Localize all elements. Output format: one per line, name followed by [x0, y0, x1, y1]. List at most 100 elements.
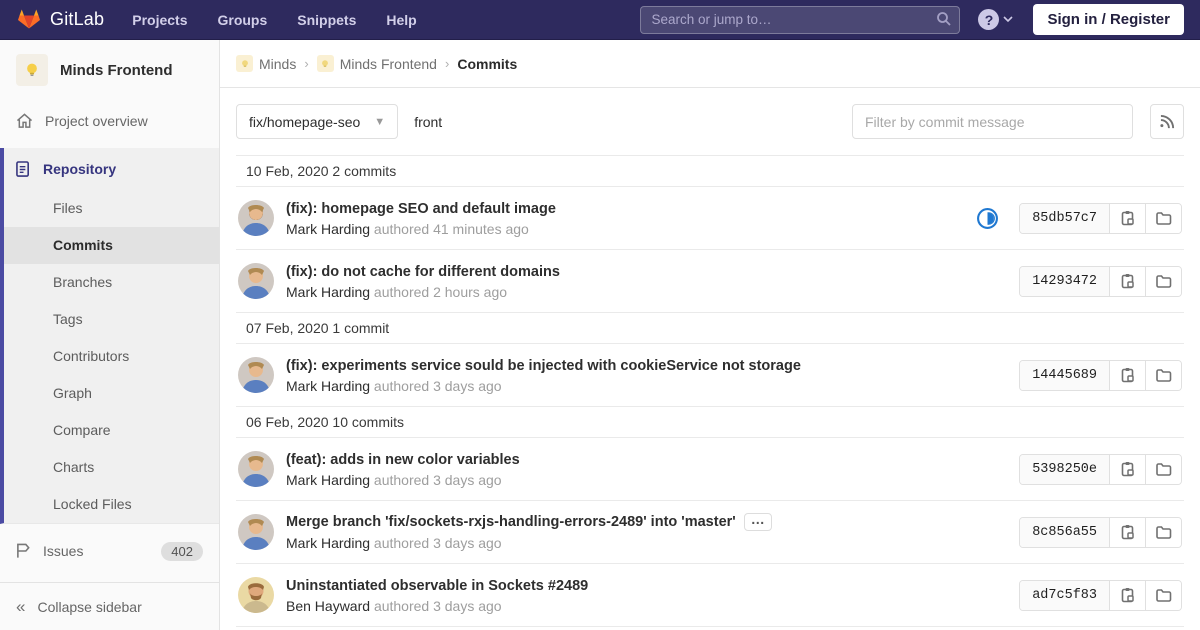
clipboard-icon [1121, 588, 1134, 603]
sidebar-item-issues[interactable]: Issues 402 [0, 532, 219, 570]
commit-author-link[interactable]: Mark Harding [286, 472, 370, 488]
commit-title-link[interactable]: (feat): adds in new color variables [286, 452, 520, 468]
author-avatar[interactable] [238, 200, 274, 236]
sidebar-item-compare[interactable]: Compare [4, 412, 219, 449]
folder-icon [1155, 211, 1171, 225]
global-search [640, 5, 961, 34]
main-content: Minds › Minds Frontend › Commits fix/hom… [220, 40, 1200, 630]
breadcrumb-separator: › [444, 56, 450, 71]
copy-sha-button[interactable] [1109, 517, 1145, 547]
browse-files-button[interactable] [1145, 454, 1181, 484]
browse-files-button[interactable] [1145, 360, 1181, 390]
sidebar-item-project-overview[interactable]: Project overview [0, 102, 219, 140]
gitlab-logo-home-link[interactable]: GitLab [16, 6, 104, 34]
nav-groups[interactable]: Groups [217, 12, 267, 28]
commit-sha-link[interactable]: 14293472 [1020, 266, 1109, 296]
copy-sha-button[interactable] [1109, 266, 1145, 296]
commit-sha-link[interactable]: 85db57c7 [1020, 203, 1109, 233]
author-avatar[interactable] [238, 577, 274, 613]
commit-author-link[interactable]: Mark Harding [286, 284, 370, 300]
sign-in-register-button[interactable]: Sign in / Register [1033, 4, 1184, 35]
commit-row: (fix): do not cache for different domain… [236, 250, 1184, 313]
breadcrumb-project[interactable]: Minds Frontend [316, 55, 437, 72]
copy-sha-button[interactable] [1109, 203, 1145, 233]
commit-sha-group: 14445689 [1019, 359, 1182, 391]
folder-icon [1155, 462, 1171, 476]
commit-row: Merge branch 'fix/sockets-rxjs-handling-… [236, 501, 1184, 564]
nav-snippets[interactable]: Snippets [297, 12, 356, 28]
commit-filter-input[interactable] [852, 104, 1133, 139]
commit-title-link[interactable]: (fix): experiments service sould be inje… [286, 358, 801, 374]
commit-title-link[interactable]: Merge branch 'fix/sockets-rxjs-handling-… [286, 514, 736, 530]
breadcrumb: Minds › Minds Frontend › Commits [220, 40, 1200, 88]
commit-author-link[interactable]: Mark Harding [286, 221, 370, 237]
commit-title-link[interactable]: (fix): homepage SEO and default image [286, 201, 556, 217]
sidebar-item-branches[interactable]: Branches [4, 264, 219, 301]
browse-files-button[interactable] [1145, 580, 1181, 610]
commit-time: authored 3 days ago [373, 377, 502, 394]
commits-feed-button[interactable] [1150, 104, 1184, 139]
author-avatar[interactable] [238, 451, 274, 487]
help-menu[interactable]: ? [978, 9, 1014, 30]
document-icon [16, 160, 29, 177]
nav-projects[interactable]: Projects [132, 12, 187, 28]
help-icon: ? [978, 9, 1000, 30]
sidebar-item-files[interactable]: Files [4, 190, 219, 227]
folder-icon [1155, 274, 1171, 288]
commit-time: authored 41 minutes ago [373, 220, 529, 237]
commit-sha-group: 8c856a55 [1019, 516, 1182, 548]
author-avatar[interactable] [238, 357, 274, 393]
top-navbar: GitLab Projects Groups Snippets Help ? S… [0, 0, 1200, 40]
group-avatar [236, 55, 253, 72]
commits-toolbar: fix/homepage-seo ▼ front [236, 104, 1184, 139]
browse-files-button[interactable] [1145, 203, 1181, 233]
copy-sha-button[interactable] [1109, 360, 1145, 390]
sidebar-item-tags[interactable]: Tags [4, 301, 219, 338]
sidebar-item-commits[interactable]: Commits [4, 227, 219, 264]
commit-title-link[interactable]: Uninstantiated observable in Sockets #24… [286, 578, 588, 594]
chevron-down-icon [1003, 16, 1014, 23]
project-avatar [16, 54, 48, 86]
clipboard-icon [1121, 525, 1134, 540]
commit-author-link[interactable]: Mark Harding [286, 378, 370, 394]
gitlab-tanuki-icon [16, 6, 42, 34]
sidebar-item-repository[interactable]: Repository [4, 148, 219, 190]
commit-sha-link[interactable]: 5398250e [1020, 454, 1109, 484]
breadcrumb-group[interactable]: Minds [236, 55, 296, 72]
sidebar-item-charts[interactable]: Charts [4, 449, 219, 486]
commit-row: Uninstantiated observable in Sockets #24… [236, 564, 1184, 627]
copy-sha-button[interactable] [1109, 580, 1145, 610]
commit-date-header: 06 Feb, 2020 10 commits [236, 407, 1184, 438]
commit-time: authored 3 days ago [373, 471, 502, 488]
branch-selector-dropdown[interactable]: fix/homepage-seo ▼ [236, 104, 399, 139]
collapse-sidebar-button[interactable]: « Collapse sidebar [0, 582, 219, 630]
browse-files-button[interactable] [1145, 517, 1181, 547]
commit-sha-link[interactable]: 14445689 [1020, 360, 1109, 390]
sidebar-item-locked-files[interactable]: Locked Files [4, 486, 219, 523]
copy-sha-button[interactable] [1109, 454, 1145, 484]
commit-author-link[interactable]: Mark Harding [286, 535, 370, 551]
clipboard-icon [1121, 368, 1134, 383]
commit-time: authored 3 days ago [373, 535, 502, 551]
commit-sha-group: 85db57c7 [1019, 202, 1182, 234]
project-context-header[interactable]: Minds Frontend [0, 40, 219, 102]
commit-title-link[interactable]: (fix): do not cache for different domain… [286, 264, 560, 280]
search-icon [936, 11, 952, 30]
commit-sha-link[interactable]: ad7c5f83 [1020, 580, 1109, 610]
toggle-commit-description-button[interactable]: … [743, 512, 772, 531]
rss-icon [1159, 114, 1174, 129]
project-mini-avatar [316, 55, 334, 72]
nav-help[interactable]: Help [386, 12, 416, 28]
project-sidebar: Minds Frontend Project overview Reposito… [0, 40, 220, 630]
commit-author-link[interactable]: Ben Hayward [286, 598, 370, 614]
search-input[interactable] [640, 5, 961, 34]
sidebar-item-graph[interactable]: Graph [4, 375, 219, 412]
author-avatar[interactable] [238, 263, 274, 299]
author-avatar[interactable] [238, 514, 274, 550]
commit-sha-group: ad7c5f83 [1019, 579, 1182, 611]
commit-sha-link[interactable]: 8c856a55 [1020, 517, 1109, 547]
sidebar-item-contributors[interactable]: Contributors [4, 338, 219, 375]
pipeline-status-running-icon[interactable] [976, 207, 999, 230]
clipboard-icon [1121, 462, 1134, 477]
browse-files-button[interactable] [1145, 266, 1181, 296]
